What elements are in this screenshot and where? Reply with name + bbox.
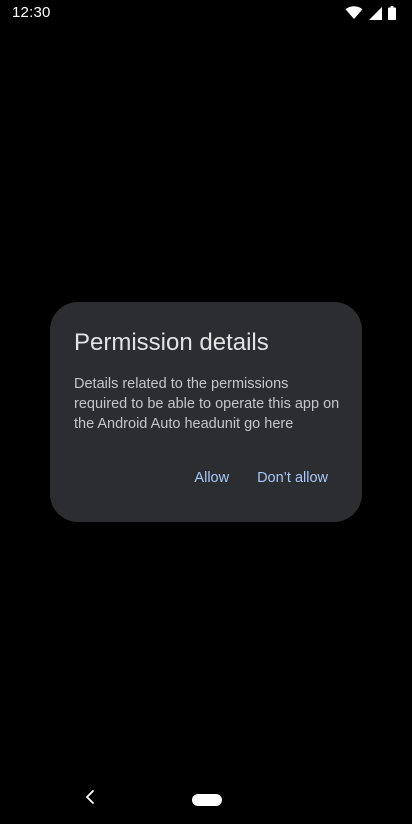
status-icons xyxy=(345,4,396,22)
home-pill[interactable] xyxy=(192,794,222,806)
permission-dialog: Permission details Details related to th… xyxy=(50,302,362,522)
dialog-body: Details related to the permissions requi… xyxy=(74,376,340,432)
cell-signal-icon xyxy=(369,6,382,20)
back-icon[interactable] xyxy=(82,788,100,806)
allow-button[interactable]: Allow xyxy=(184,466,239,490)
navigation-bar xyxy=(0,776,412,824)
dialog-title: Permission details xyxy=(74,329,269,356)
battery-icon xyxy=(388,6,396,20)
status-time: 12:30 xyxy=(12,4,51,21)
dont-allow-button[interactable]: Don’t allow xyxy=(247,466,338,490)
wifi-icon xyxy=(345,6,363,20)
status-bar: 12:30 xyxy=(0,0,412,26)
dialog-actions: Allow Don’t allow xyxy=(184,466,338,490)
